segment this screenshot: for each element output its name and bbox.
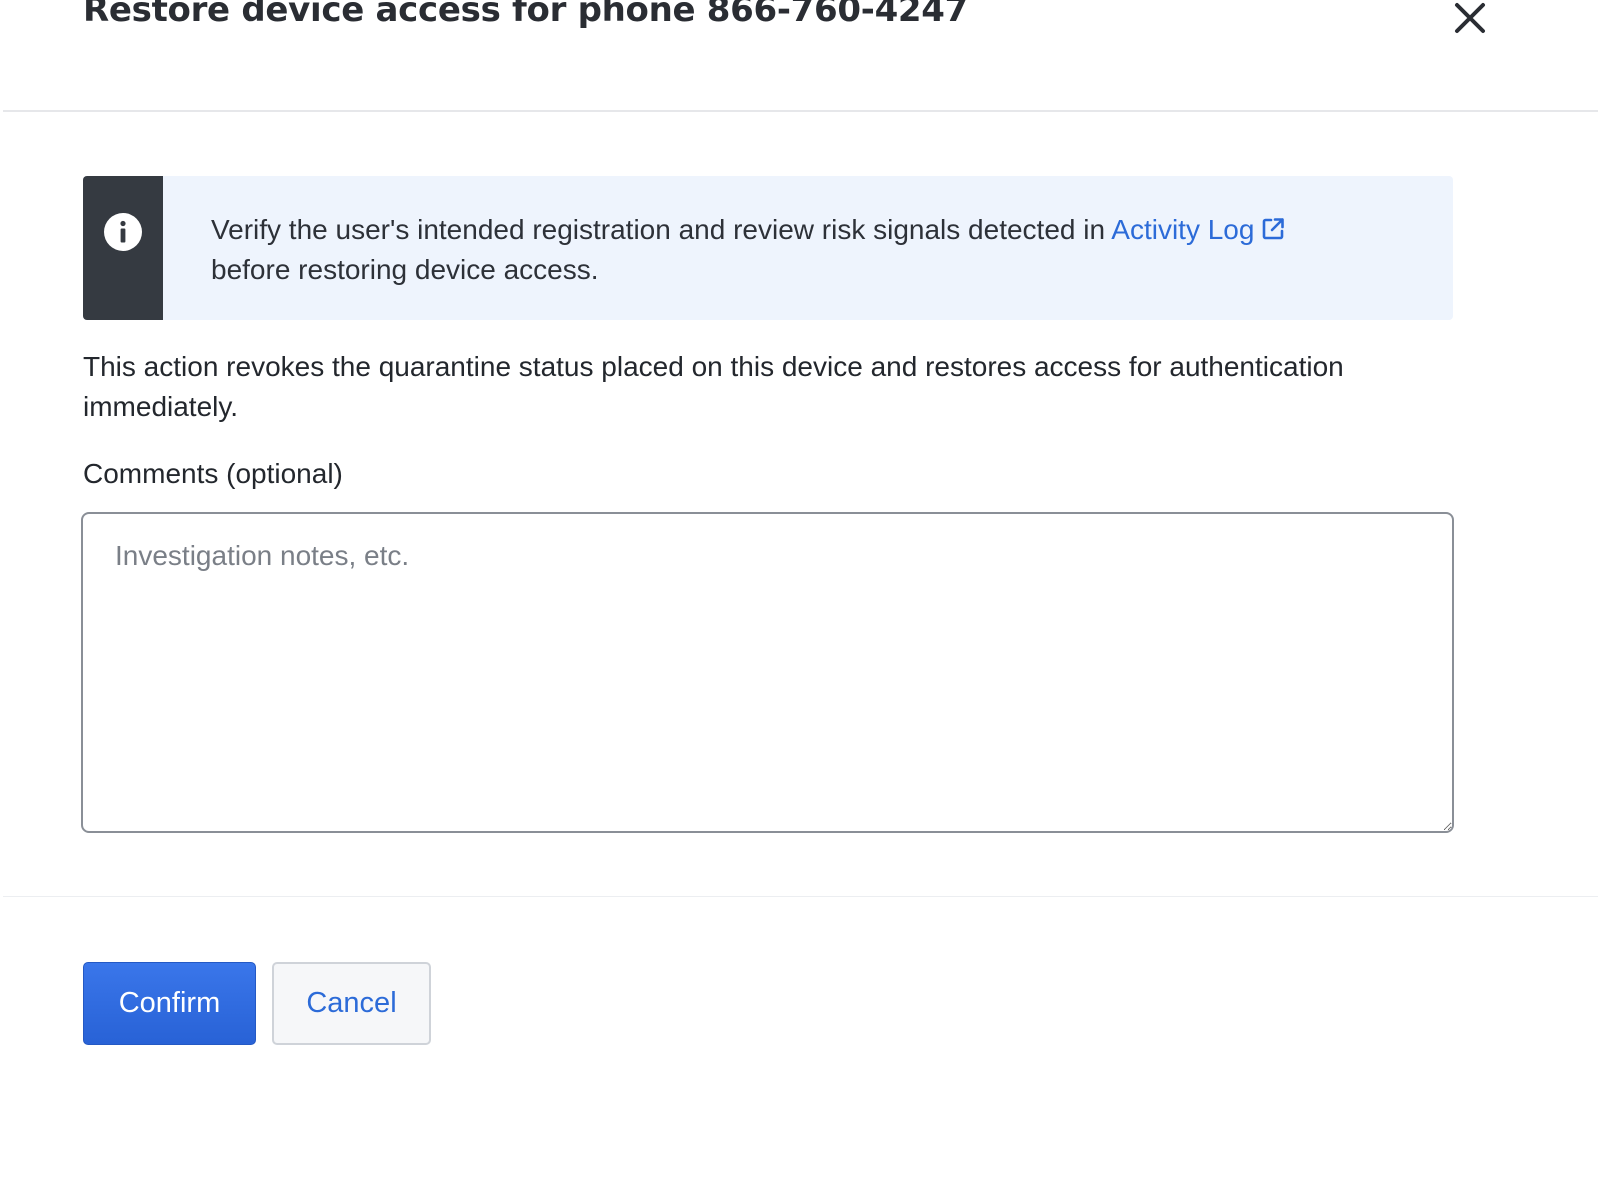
action-description: This action revokes the quarantine statu… — [83, 351, 1344, 422]
cancel-button[interactable]: Cancel — [272, 962, 431, 1045]
activity-log-link-label: Activity Log — [1111, 214, 1255, 245]
dialog-title: Restore device access for phone 866-760-… — [83, 0, 968, 30]
restore-access-dialog: Restore device access for phone 866-760-… — [0, 0, 1598, 1194]
info-icon — [104, 213, 142, 251]
close-button[interactable] — [1448, 0, 1492, 38]
header-divider — [3, 110, 1598, 112]
info-banner-text: Verify the user's intended registration … — [163, 176, 1326, 320]
info-banner-stripe — [83, 176, 163, 320]
confirm-button[interactable]: Confirm — [83, 962, 256, 1045]
info-banner: Verify the user's intended registration … — [83, 176, 1453, 320]
external-link-icon — [1263, 218, 1285, 240]
activity-log-link[interactable]: Activity Log — [1111, 214, 1286, 245]
info-text-before-link: Verify the user's intended registration … — [211, 214, 1112, 245]
info-text-after-link: before restoring device access. — [211, 254, 599, 285]
comments-label: Comments (optional) — [83, 458, 343, 489]
footer-divider — [3, 896, 1598, 897]
comments-textarea[interactable] — [81, 512, 1454, 833]
close-icon — [1455, 3, 1485, 33]
